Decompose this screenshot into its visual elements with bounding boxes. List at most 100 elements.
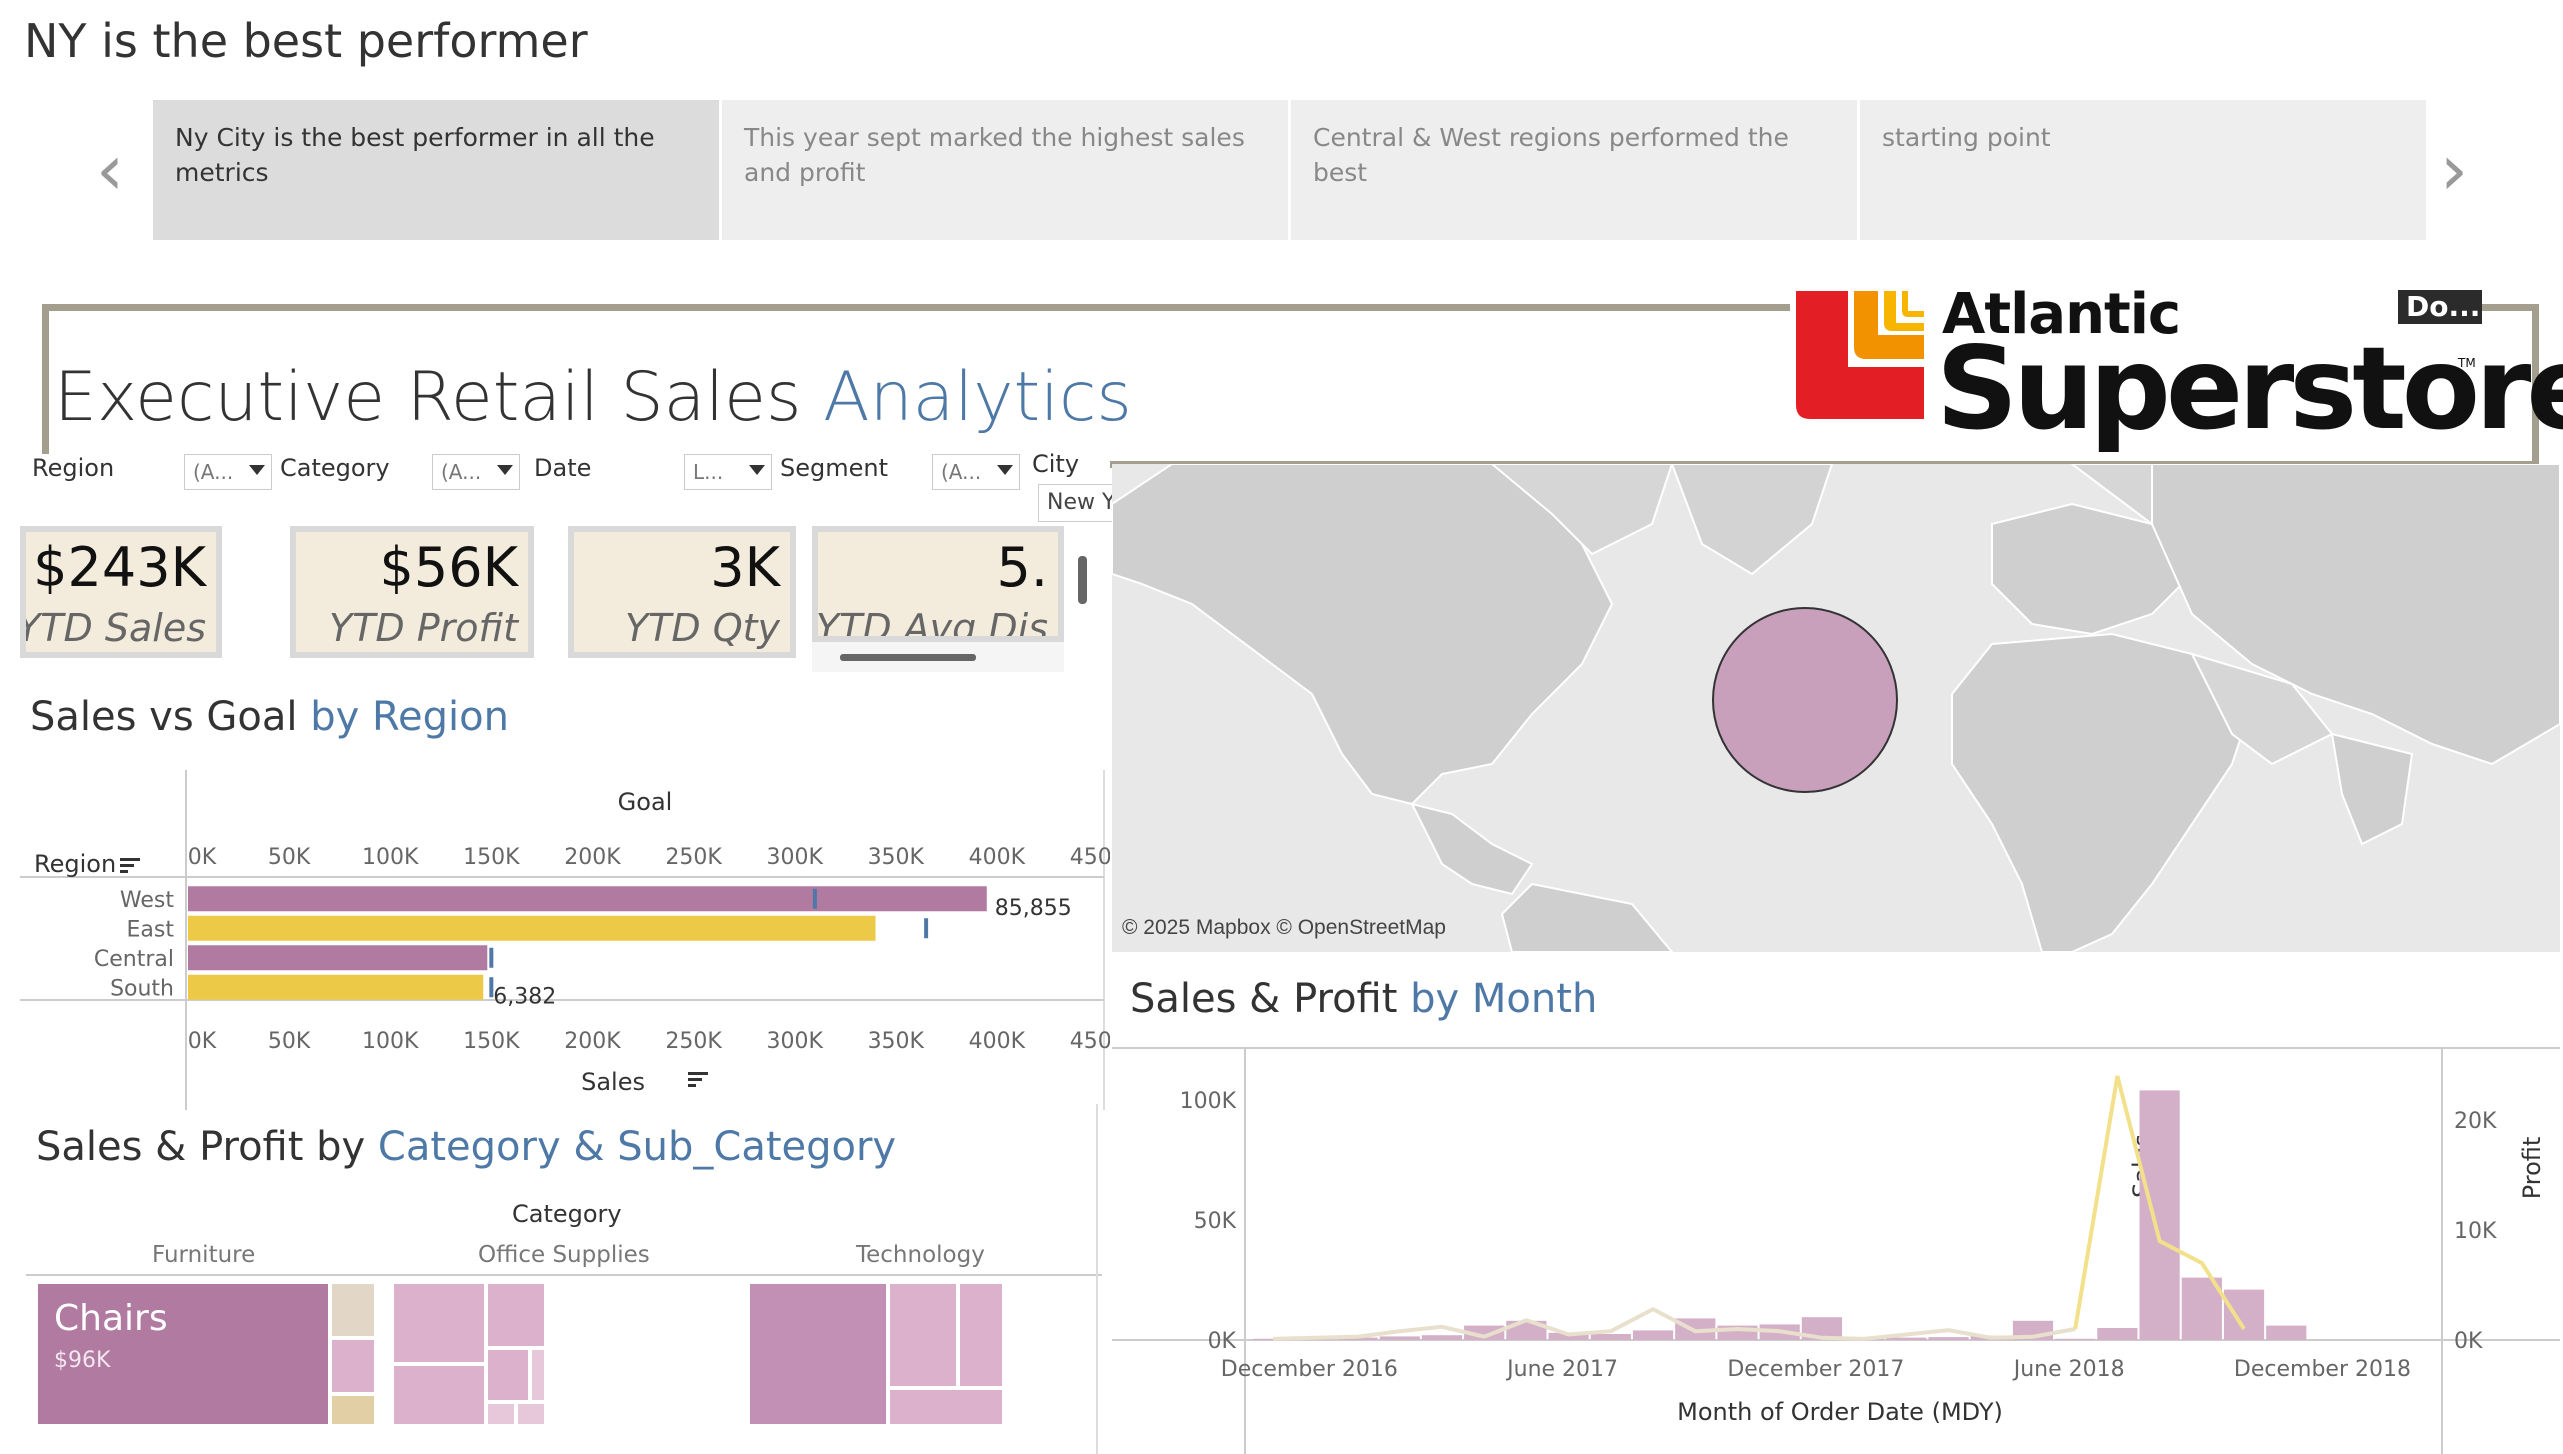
story-point-4[interactable]: starting point (1860, 100, 2426, 240)
x-tick-label: December 2017 (1727, 1357, 1904, 1382)
region-title-accent: by Region (310, 694, 509, 740)
kpi-value: $243K (33, 536, 206, 599)
category-axis-title: Category (512, 1200, 622, 1228)
goal-marker[interactable] (812, 888, 817, 909)
treemap-cell-label: Chairs (54, 1298, 168, 1339)
profit-axis-title: Profit (2518, 1137, 2546, 1200)
region-bar[interactable] (188, 945, 488, 971)
filter-date-label: Date (534, 454, 592, 482)
sales-bar[interactable] (2097, 1328, 2138, 1340)
treemap-cell[interactable] (392, 1282, 486, 1364)
story-point-1[interactable]: Ny City is the best performer in all the… (153, 100, 719, 240)
treemap-cell[interactable] (486, 1402, 516, 1426)
sales-axis-title: Sales (581, 1068, 645, 1096)
horizontal-scrollbar[interactable] (812, 642, 1064, 672)
treemap-cell[interactable] (888, 1388, 1004, 1426)
x-tick-label: June 2018 (2012, 1357, 2125, 1382)
goal-marker[interactable] (924, 918, 929, 939)
y-tick-label: 50K (1194, 1209, 1237, 1234)
story-point-3[interactable]: Central & West regions performed the bes… (1291, 100, 1857, 240)
treemap-cell[interactable] (330, 1282, 376, 1338)
region-category-label: East (127, 917, 175, 942)
frame-top-right-border (2482, 304, 2538, 311)
filter-segment-label: Segment (780, 454, 888, 482)
filter-region-dropdown[interactable]: (A... (184, 454, 272, 490)
treemap-cell[interactable] (958, 1282, 1004, 1388)
scrollbar-thumb[interactable] (840, 654, 976, 661)
sort-icon[interactable] (688, 1072, 708, 1087)
kpi-label: YTD Profit (329, 606, 518, 650)
treemap-cell[interactable] (748, 1282, 888, 1426)
x-tick-label: December 2018 (2234, 1357, 2411, 1382)
x-tick-label-top: 350K (868, 845, 925, 870)
x-tick-label-bottom: 0K (188, 1029, 217, 1054)
treemap-cell[interactable] (330, 1338, 376, 1394)
profit-line[interactable] (1273, 1306, 2076, 1341)
sales-bar[interactable] (1590, 1334, 1631, 1340)
filter-segment-dropdown[interactable]: (A... (932, 454, 1020, 490)
logo-trademark: TM (2458, 356, 2476, 370)
kpi-label: YTD Avg Dis (815, 606, 1048, 642)
treemap-cell[interactable] (486, 1282, 546, 1348)
region-bar[interactable] (188, 886, 987, 912)
filter-category-label: Category (280, 454, 390, 482)
region-bar[interactable] (188, 974, 484, 1000)
month-title-accent: by Month (1410, 976, 1598, 1022)
city-bubble-new-york[interactable] (1712, 607, 1898, 793)
treemap-cell-value: $96K (54, 1348, 111, 1373)
story-title: NY is the best performer (24, 14, 588, 68)
treemap-cell[interactable] (516, 1402, 546, 1426)
sales-bar[interactable] (1928, 1337, 1969, 1340)
treemap-cell-chairs[interactable]: Chairs $96K (36, 1282, 330, 1426)
category-header-technology: Technology (856, 1242, 985, 1268)
month-axis-title: Month of Order Date (MDY) (1677, 1398, 2003, 1426)
region-bar-chart[interactable]: Goal Region Sales 0K 50K 100K 150K 200K 250K 3… (0, 760, 1110, 1120)
sales-map[interactable] (1112, 464, 2560, 952)
chevron-left-icon[interactable]: ‹ (96, 135, 124, 205)
sort-icon[interactable] (120, 858, 140, 873)
frame-left-border (42, 304, 49, 454)
month-chart-title: Sales & Profit by Month (1130, 976, 1597, 1022)
sales-bar[interactable] (1632, 1330, 1674, 1340)
kpi-ytd-qty: 3K YTD Qty (568, 526, 796, 658)
x-tick-label-top: 300K (766, 845, 823, 870)
region-bar-value-label: 6,382 (493, 984, 556, 1009)
filter-category-dropdown[interactable]: (A... (432, 454, 520, 490)
region-bar[interactable] (188, 915, 876, 941)
filter-region-label: Region (32, 454, 115, 482)
download-button[interactable]: Do... (2398, 290, 2482, 324)
logo-text-superstore: Superstore (1936, 322, 2563, 455)
sales-bar[interactable] (1379, 1336, 1420, 1340)
x-tick-label-top: 200K (564, 845, 621, 870)
sales-bar[interactable] (2055, 1338, 2096, 1340)
category-treemap[interactable]: Chairs $96K (36, 1282, 1096, 1426)
goal-axis-title: Goal (618, 788, 673, 816)
filter-date-value: L... (693, 460, 724, 484)
y-tick-label: 100K (1180, 1089, 1237, 1114)
chevron-down-icon (749, 465, 765, 475)
treemap-cell[interactable] (530, 1348, 546, 1402)
region-category-label: West (120, 888, 174, 913)
dashboard-title-main: Executive Retail Sales (54, 358, 802, 437)
filter-date-dropdown[interactable]: L... (684, 454, 772, 490)
kpi-label: YTD Qty (624, 606, 780, 650)
goal-marker[interactable] (489, 947, 494, 968)
treemap-cell[interactable] (330, 1394, 376, 1426)
story-point-2[interactable]: This year sept marked the highest sales … (722, 100, 1288, 240)
treemap-cell[interactable] (888, 1282, 958, 1388)
superstore-logo-icon (1796, 291, 1924, 419)
sales-bar[interactable] (2223, 1289, 2265, 1340)
sales-bar[interactable] (1421, 1335, 1463, 1340)
chevron-right-icon[interactable]: › (2440, 135, 2468, 205)
sales-bar[interactable] (2139, 1090, 2180, 1340)
region-axis-title: Region (34, 850, 116, 878)
treemap-cell[interactable] (392, 1364, 486, 1426)
vertical-scrollbar-thumb[interactable] (1078, 556, 1087, 604)
month-combo-chart[interactable]: Sales Profit Month of Order Date (MDY) 0… (1112, 1040, 2560, 1454)
kpi-ytd-sales: $243K YTD Sales (20, 526, 222, 658)
sales-bar[interactable] (2266, 1325, 2307, 1340)
treemap-cell[interactable] (486, 1348, 530, 1402)
region-category-label: Central (94, 947, 174, 972)
category-divider (26, 1274, 1102, 1276)
panel-divider (1096, 1104, 1098, 1454)
